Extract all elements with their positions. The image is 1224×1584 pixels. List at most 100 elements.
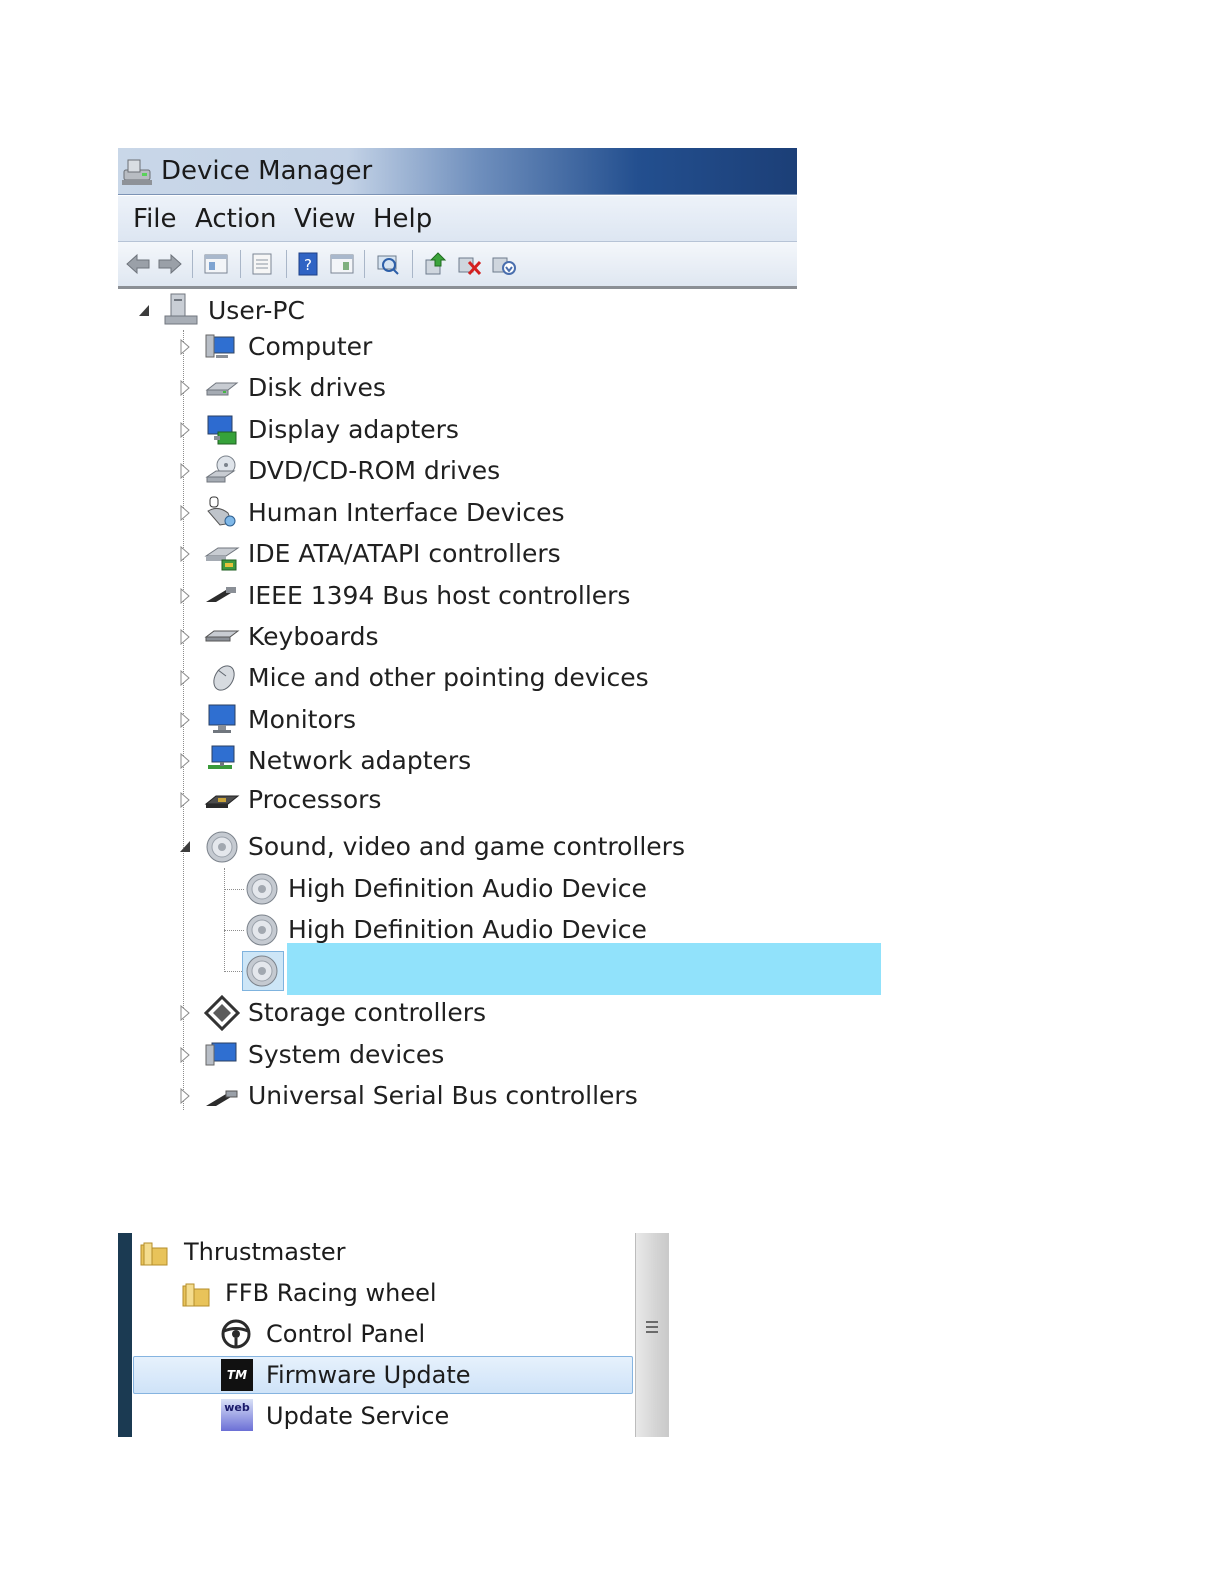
menu-view[interactable]: View <box>294 204 356 234</box>
tree-device-audio-2[interactable]: High Definition Audio Device <box>244 910 664 950</box>
menu-item-firmware-update[interactable]: Firmware Update <box>266 1361 471 1389</box>
view-icon[interactable] <box>328 250 356 278</box>
expand-triangle-icon[interactable] <box>179 753 191 769</box>
speaker-icon <box>246 873 278 905</box>
expand-triangle-icon[interactable] <box>179 463 191 479</box>
expand-triangle-icon[interactable] <box>179 712 191 728</box>
collapse-triangle-icon[interactable] <box>179 839 191 855</box>
tree-label: DVD/CD-ROM drives <box>248 456 501 485</box>
show-hide-tree-icon[interactable] <box>202 250 230 278</box>
folder-icon <box>182 1283 210 1307</box>
tree-label: Storage controllers <box>248 998 487 1027</box>
collapse-triangle-icon[interactable] <box>138 303 150 319</box>
tree-label: Processors <box>248 785 382 814</box>
computer-icon <box>205 334 235 358</box>
usb-icon <box>206 1090 238 1106</box>
toolbar: ? <box>118 242 797 289</box>
tree-label: High Definition Audio Device <box>288 874 647 903</box>
tree-device-audio-3[interactable] <box>244 951 664 991</box>
menu-item-control-panel[interactable]: Control Panel <box>266 1320 425 1348</box>
expand-triangle-icon[interactable] <box>179 546 191 562</box>
processor-icon <box>204 795 240 808</box>
expand-triangle-icon[interactable] <box>179 1005 191 1021</box>
tree-category-processor[interactable]: Processors <box>176 780 696 820</box>
back-arrow-icon[interactable] <box>124 250 152 278</box>
tree-category-network-adapter[interactable]: Network adapters <box>176 741 696 781</box>
window-title: Device Manager <box>161 156 373 186</box>
expand-triangle-icon[interactable] <box>179 422 191 438</box>
tree-label: IDE ATA/ATAPI controllers <box>248 539 561 568</box>
menu-help[interactable]: Help <box>373 204 432 234</box>
tree-label: Sound, video and game controllers <box>248 832 685 861</box>
expand-triangle-icon[interactable] <box>179 629 191 645</box>
ieee1394-icon <box>206 587 236 602</box>
disable-device-icon[interactable] <box>456 250 484 278</box>
tree-category-storage-controller[interactable]: Storage controllers <box>176 993 696 1033</box>
speaker-icon <box>246 914 278 946</box>
expand-triangle-icon[interactable] <box>179 380 191 396</box>
tree-category-computer[interactable]: Computer <box>176 327 696 367</box>
expand-triangle-icon[interactable] <box>179 670 191 686</box>
expand-triangle-icon[interactable] <box>179 588 191 604</box>
tree-category-dvd-drive[interactable]: DVD/CD-ROM drives <box>176 451 696 491</box>
display-adapter-icon <box>207 415 237 445</box>
folder-icon <box>140 1242 168 1266</box>
tree-label: Human Interface Devices <box>248 498 565 527</box>
tree-category-mouse[interactable]: Mice and other pointing devices <box>176 658 696 698</box>
tree-category-ieee1394[interactable]: IEEE 1394 Bus host controllers <box>176 576 696 616</box>
computer-tower-icon <box>164 293 198 325</box>
expand-triangle-icon[interactable] <box>179 505 191 521</box>
tree-category-usb[interactable]: Universal Serial Bus controllers <box>176 1076 696 1116</box>
tree-category-ide-controller[interactable]: IDE ATA/ATAPI controllers <box>176 534 696 574</box>
tree-category-disk-drive[interactable]: Disk drives <box>176 368 696 408</box>
title-bar: Device Manager <box>118 148 797 195</box>
start-menu-panel: Thrustmaster FFB Racing wheel Control Pa… <box>118 1233 669 1437</box>
help-icon[interactable]: ? <box>295 250 323 278</box>
disk-drive-icon <box>205 382 239 396</box>
tree-label: User-PC <box>208 296 305 325</box>
expand-triangle-icon[interactable] <box>179 792 191 808</box>
start-menu-edge <box>118 1233 132 1437</box>
menu-item-update-service[interactable]: Update Service <box>266 1402 449 1430</box>
tree-label: High Definition Audio Device <box>288 915 647 944</box>
menu-action[interactable]: Action <box>195 204 276 234</box>
speaker-icon <box>206 831 238 863</box>
tree-label: Computer <box>248 332 373 361</box>
update-driver-icon[interactable] <box>421 250 449 278</box>
forward-arrow-icon[interactable] <box>156 250 184 278</box>
menu-file[interactable]: File <box>133 204 177 234</box>
tree-label: Monitors <box>248 705 357 734</box>
svg-text:?: ? <box>304 256 312 274</box>
tree-label: Disk drives <box>248 373 386 402</box>
expand-triangle-icon[interactable] <box>179 339 191 355</box>
web-service-icon: web <box>221 1399 253 1431</box>
scrollbar[interactable] <box>635 1233 669 1437</box>
tree-label: System devices <box>248 1040 445 1069</box>
speaker-icon <box>246 955 278 987</box>
uninstall-icon[interactable] <box>490 250 518 278</box>
keyboard-icon <box>204 630 240 642</box>
mouse-icon <box>213 665 235 691</box>
tree-category-hid[interactable]: Human Interface Devices <box>176 493 696 533</box>
tm-logo-icon: TM <box>221 1359 253 1391</box>
dvd-drive-icon <box>205 455 236 483</box>
monitor-icon <box>208 704 236 733</box>
properties-icon[interactable] <box>248 250 276 278</box>
menu-item-ffb-racing-wheel[interactable]: FFB Racing wheel <box>225 1279 437 1307</box>
expand-triangle-icon[interactable] <box>179 1047 191 1063</box>
tree-connector-sound <box>224 868 225 972</box>
tree-root-user-pc[interactable]: User-PC <box>130 291 430 331</box>
tree-category-speaker[interactable]: Sound, video and game controllers <box>176 827 696 867</box>
steering-wheel-icon <box>221 1319 251 1349</box>
tree-device-audio-1[interactable]: High Definition Audio Device <box>244 869 664 909</box>
tree-category-monitor[interactable]: Monitors <box>176 700 696 740</box>
menu-item-thrustmaster[interactable]: Thrustmaster <box>184 1238 346 1266</box>
hid-icon <box>207 496 236 527</box>
system-device-icon <box>205 1042 237 1066</box>
scan-hardware-icon[interactable] <box>374 250 402 278</box>
tree-category-keyboard[interactable]: Keyboards <box>176 617 696 657</box>
tree-category-system-device[interactable]: System devices <box>176 1035 696 1075</box>
tree-label: Keyboards <box>248 622 379 651</box>
tree-category-display-adapter[interactable]: Display adapters <box>176 410 696 450</box>
expand-triangle-icon[interactable] <box>179 1088 191 1104</box>
